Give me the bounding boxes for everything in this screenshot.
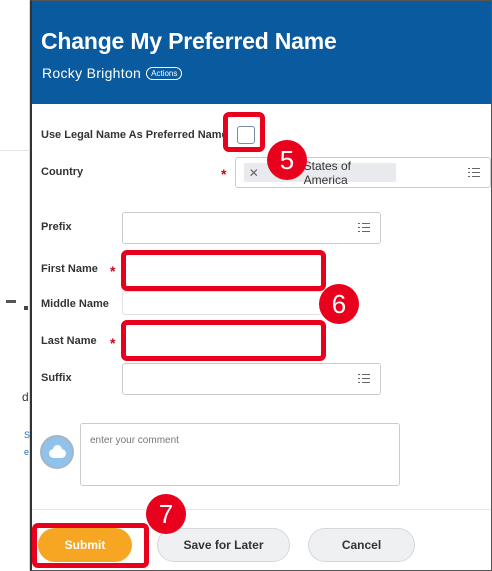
suffix-label: Suffix xyxy=(41,372,72,384)
highlight-submit xyxy=(32,523,149,568)
prefix-label: Prefix xyxy=(41,221,72,233)
cloud-icon xyxy=(40,435,74,469)
prefix-input[interactable] xyxy=(122,212,381,244)
comment-placeholder: enter your comment xyxy=(90,435,179,446)
step-7-badge: 7 xyxy=(146,494,186,534)
last-name-label: Last Name xyxy=(41,335,97,347)
country-required-marker: * xyxy=(221,166,227,182)
background-text-fragment: d xyxy=(22,390,29,404)
country-selected-chip: ✕ States of America xyxy=(244,159,396,187)
background-link-fragment-2: e xyxy=(24,447,30,457)
highlight-first-name xyxy=(121,250,326,291)
country-label: Country xyxy=(41,166,84,178)
actions-button[interactable]: Actions xyxy=(146,66,183,80)
worker-name-link[interactable]: Rocky Brighton xyxy=(42,65,141,81)
highlight-last-name xyxy=(121,320,326,361)
cancel-button[interactable]: Cancel xyxy=(308,528,415,562)
highlight-legal-name-checkbox xyxy=(223,112,265,152)
prompt-list-icon[interactable] xyxy=(358,374,370,384)
background-divider xyxy=(0,150,30,151)
background-page: d S e xyxy=(0,0,30,571)
prompt-list-icon[interactable] xyxy=(358,223,370,233)
suffix-input[interactable] xyxy=(122,363,381,395)
use-legal-name-label: Use Legal Name As Preferred Name xyxy=(41,129,228,141)
first-name-required-marker: * xyxy=(110,263,116,279)
footer-divider xyxy=(32,509,491,510)
middle-name-label: Middle Name xyxy=(41,298,109,310)
prompt-list-icon[interactable] xyxy=(468,167,480,178)
first-name-label: First Name xyxy=(41,263,98,275)
step-6-badge: 6 xyxy=(319,284,359,324)
middle-name-input[interactable] xyxy=(122,291,322,315)
country-chip-label: States of America xyxy=(303,158,352,187)
worker-row: Rocky Brighton Actions xyxy=(42,65,183,81)
change-preferred-name-dialog: Change My Preferred Name Rocky Brighton … xyxy=(30,0,492,571)
step-5-badge: 5 xyxy=(267,140,307,180)
save-for-later-button[interactable]: Save for Later xyxy=(157,528,290,562)
remove-country-icon[interactable]: ✕ xyxy=(244,166,264,180)
background-dash xyxy=(6,300,16,303)
dialog-header: Change My Preferred Name Rocky Brighton … xyxy=(32,1,491,104)
last-name-required-marker: * xyxy=(110,335,116,351)
comment-textarea[interactable]: enter your comment xyxy=(80,423,400,486)
page-title: Change My Preferred Name xyxy=(41,28,337,54)
background-dot xyxy=(24,306,28,310)
